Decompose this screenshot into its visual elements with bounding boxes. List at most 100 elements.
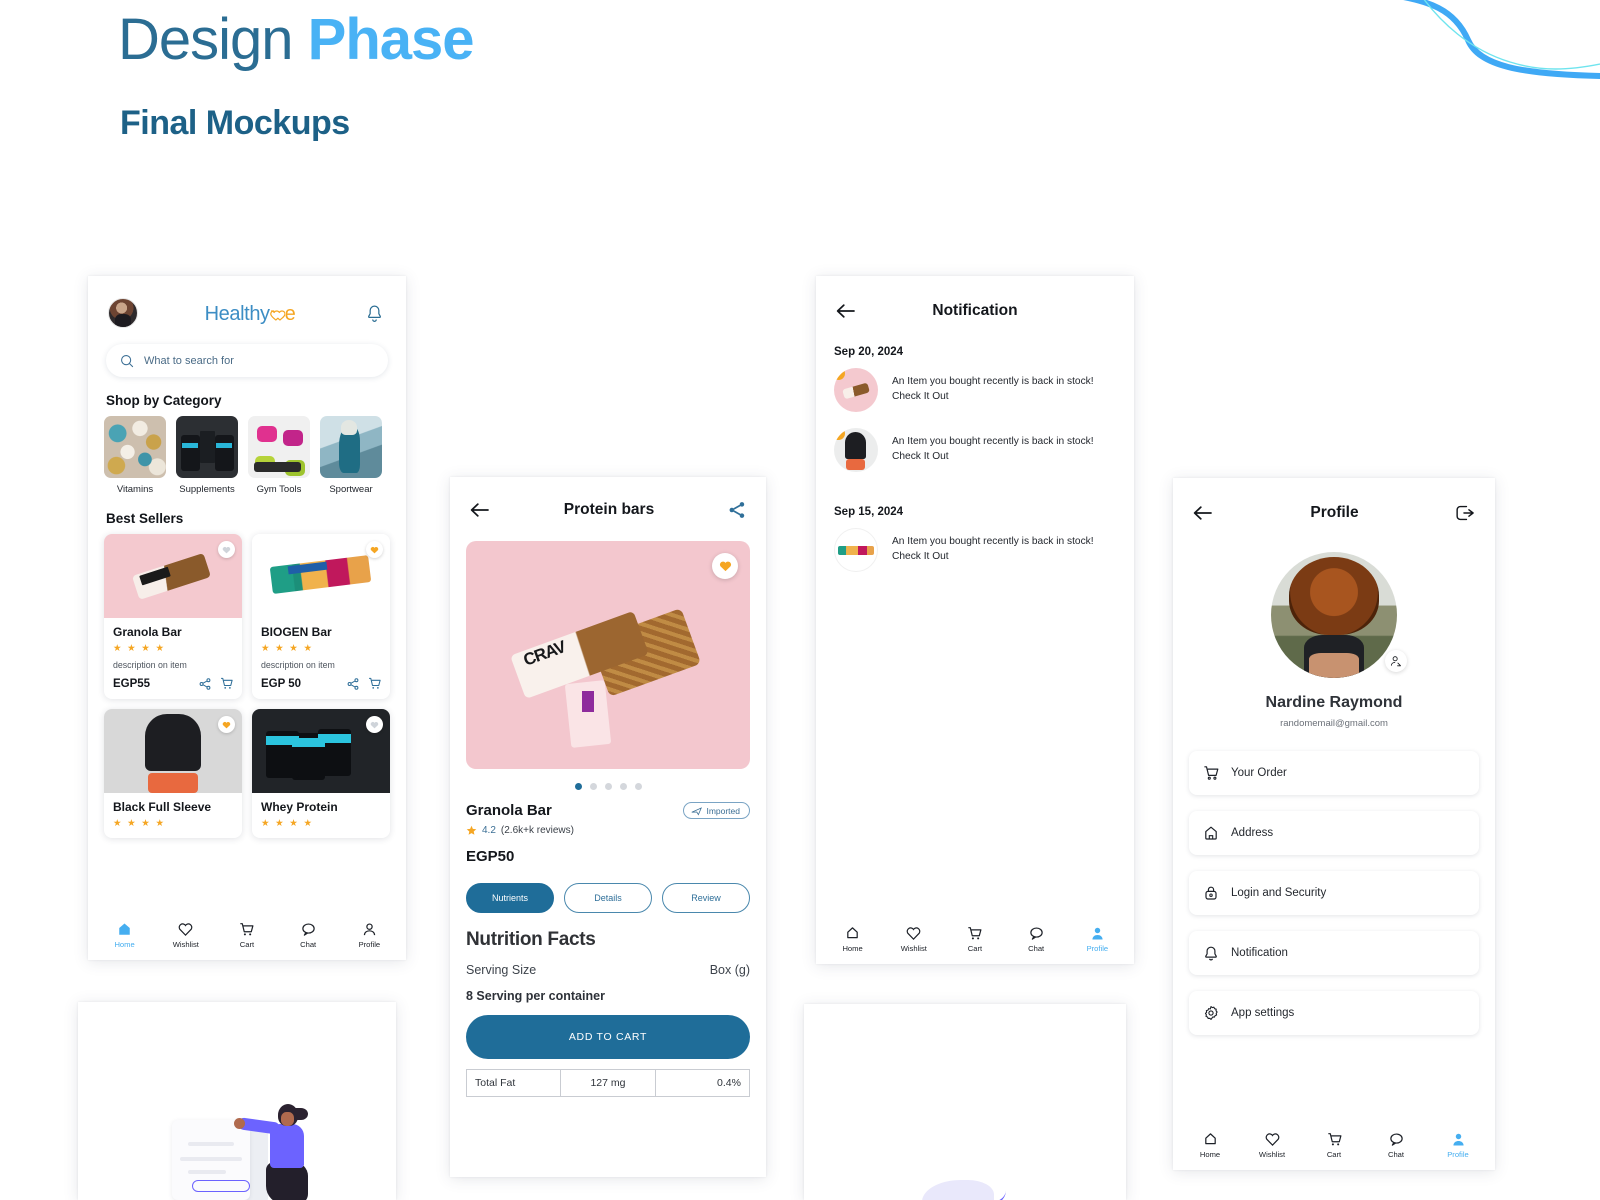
menu-item-login-and-security[interactable]: Login and Security: [1189, 871, 1479, 915]
notification-item[interactable]: An Item you bought recently is back in s…: [816, 420, 1134, 480]
product-price: EGP50: [466, 848, 515, 865]
add-to-cart-button[interactable]: ADD TO CART: [466, 1015, 750, 1059]
menu-item-notification[interactable]: Notification: [1189, 931, 1479, 975]
nav-item-cart[interactable]: Cart: [221, 922, 273, 949]
menu-item-app-settings[interactable]: App settings: [1189, 991, 1479, 1035]
rating-value: 4.2: [482, 825, 496, 836]
search-placeholder: What to search for: [144, 354, 234, 367]
share-icon[interactable]: [199, 677, 211, 690]
category-item-supplements[interactable]: Supplements: [176, 416, 238, 495]
category-item-vitamins[interactable]: Vitamins: [104, 416, 166, 495]
menu-item-address[interactable]: Address: [1189, 811, 1479, 855]
nav-item-wishlist[interactable]: Wishlist: [160, 922, 212, 949]
nav-label: Home: [842, 943, 863, 953]
product-name: Whey Protein: [261, 800, 338, 814]
profile-email: randomemail@gmail.com: [1280, 718, 1388, 729]
chat-icon: [301, 922, 315, 936]
back-arrow-icon[interactable]: [1193, 505, 1213, 521]
imported-badge: Imported: [683, 802, 750, 819]
edit-profile-icon[interactable]: [1385, 650, 1407, 672]
detail-header: Protein bars: [450, 477, 766, 519]
carousel-dot[interactable]: [634, 783, 642, 790]
airplane-icon: [692, 806, 703, 815]
category-label: Supplements: [179, 484, 235, 495]
profile-avatar-wrap: [1173, 552, 1495, 678]
carousel-dots[interactable]: [450, 783, 766, 790]
tab-nutrients[interactable]: Nutrients: [466, 883, 554, 913]
favorite-icon[interactable]: [712, 553, 738, 579]
logout-icon[interactable]: [1456, 504, 1475, 522]
nav-item-cart[interactable]: Cart: [949, 926, 1001, 953]
category-item-sportwear[interactable]: Sportwear: [320, 416, 382, 495]
favorite-icon[interactable]: [218, 541, 235, 558]
screen-illustration: [78, 1002, 396, 1200]
favorite-icon[interactable]: [366, 541, 383, 558]
favorite-icon[interactable]: [218, 716, 235, 733]
nav-item-chat[interactable]: Chat: [1010, 926, 1062, 953]
product-body: Black Full Sleeve ★ ★ ★ ★: [104, 793, 242, 838]
shop-by-category-title: Shop by Category: [106, 393, 222, 408]
carousel-dot[interactable]: [604, 783, 612, 790]
back-arrow-icon[interactable]: [836, 303, 856, 319]
search-input[interactable]: What to search for: [106, 344, 388, 377]
carousel-dot[interactable]: [619, 783, 627, 790]
tab-details[interactable]: Details: [564, 883, 652, 913]
nav-item-chat[interactable]: Chat: [282, 922, 334, 949]
page-title: Design Phase: [118, 6, 475, 73]
avatar[interactable]: [108, 298, 138, 328]
nav-label: Wishlist: [900, 943, 927, 953]
favorite-icon[interactable]: [366, 716, 383, 733]
illustration-button: [192, 1180, 250, 1192]
category-label: Vitamins: [116, 484, 154, 495]
product-card[interactable]: BIOGEN Bar ★ ★ ★ ★ description on item E…: [252, 534, 390, 699]
page-title-part2: Phase: [307, 7, 475, 72]
nav-item-profile[interactable]: Profile: [1432, 1132, 1484, 1159]
home-content: Shop by Category Vitamins Supplements Gy…: [88, 393, 406, 838]
back-arrow-icon[interactable]: [470, 502, 490, 518]
category-item-gym-tools[interactable]: Gym Tools: [248, 416, 310, 495]
person-icon: [1092, 927, 1103, 939]
product-grid: Granola Bar ★ ★ ★ ★ description on item …: [104, 534, 390, 838]
carousel-dot[interactable]: [589, 783, 597, 790]
best-sellers-title: Best Sellers: [106, 511, 184, 526]
share-icon[interactable]: [347, 677, 359, 690]
logo-text-blue: Healthy: [204, 302, 270, 325]
nav-item-home[interactable]: Home: [1184, 1132, 1236, 1159]
cart-icon[interactable]: [368, 677, 381, 690]
product-card[interactable]: Granola Bar ★ ★ ★ ★ description on item …: [104, 534, 242, 699]
illustration-line: [188, 1142, 234, 1146]
tab-review[interactable]: Review: [662, 883, 750, 913]
menu-item-your-order[interactable]: Your Order: [1189, 751, 1479, 795]
illustration-person-face: [281, 1112, 294, 1126]
nav-item-home[interactable]: Home: [99, 922, 151, 949]
notification-item[interactable]: An Item you bought recently is back in s…: [816, 360, 1134, 420]
nav-item-wishlist[interactable]: Wishlist: [888, 926, 940, 953]
share-icon[interactable]: [728, 501, 746, 519]
nav-item-cart[interactable]: Cart: [1308, 1132, 1360, 1159]
nav-item-chat[interactable]: Chat: [1370, 1132, 1422, 1159]
notification-item[interactable]: An Item you bought recently is back in s…: [816, 520, 1134, 580]
nav-item-profile[interactable]: Profile: [1071, 926, 1123, 953]
bottom-navigation: Home Wishlist Cart Chat Profile: [816, 918, 1134, 964]
illustration-person-ponytail: [294, 1108, 308, 1120]
nav-item-home[interactable]: Home: [827, 926, 879, 953]
illustration-line: [188, 1170, 226, 1174]
cart-icon[interactable]: [220, 677, 233, 690]
nav-item-profile[interactable]: Profile: [343, 922, 395, 949]
detail-tabs: Nutrients Details Review: [466, 883, 750, 913]
serving-size-value: Box (g): [709, 963, 750, 977]
illustration: [78, 1002, 396, 1200]
product-card[interactable]: Whey Protein ★ ★ ★ ★: [252, 709, 390, 838]
lock-icon: [1205, 886, 1217, 900]
page-title-part1: Design: [118, 7, 308, 72]
carousel-dot[interactable]: [574, 783, 582, 790]
product-hero-image[interactable]: CRAV: [466, 541, 750, 769]
product-card[interactable]: Black Full Sleeve ★ ★ ★ ★: [104, 709, 242, 838]
avatar[interactable]: [1271, 552, 1397, 678]
nav-item-wishlist[interactable]: Wishlist: [1246, 1132, 1298, 1159]
product-name: BIOGEN Bar: [261, 625, 332, 639]
screen-home: Healthy e What to search for Shop by Cate…: [88, 276, 406, 960]
notification-text: An Item you bought recently is back in s…: [892, 536, 1094, 562]
nav-label: Home: [1199, 1149, 1221, 1159]
notification-bell-icon[interactable]: [362, 304, 386, 323]
